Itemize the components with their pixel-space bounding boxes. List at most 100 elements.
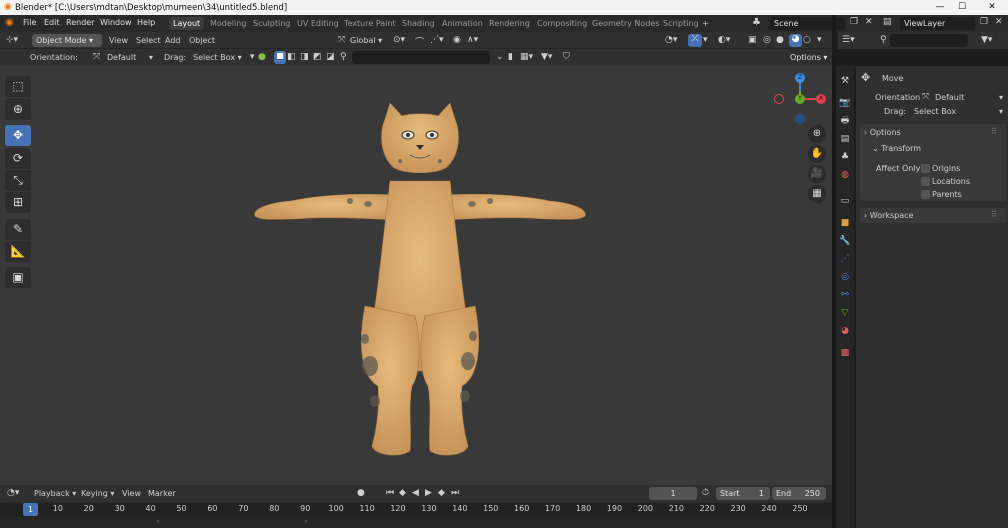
navigation-gizmo[interactable]: Z Y X <box>768 71 830 131</box>
select-box-tool-icon[interactable]: ⬚ <box>5 76 31 97</box>
data-tab-icon[interactable]: ▽ <box>838 306 852 320</box>
timeline-view-menu[interactable]: View <box>122 489 141 498</box>
keying-menu[interactable]: Keying ▾ <box>81 489 114 498</box>
render-tab-icon[interactable]: 📷 <box>838 96 852 110</box>
3d-viewport[interactable]: ⬚ ⊕ ✥ ⟳ ⤡ ⊞ ✎ 📐 ▣ Z Y X ⊕ ✋ 🎥 ▦ <box>0 66 832 485</box>
scene-tab-icon[interactable]: ♣ <box>838 150 852 164</box>
properties-filter-icon[interactable]: ▼▾ <box>981 35 992 45</box>
start-frame-field[interactable]: Start 1 <box>716 487 770 500</box>
transform-tool-icon[interactable]: ⊞ <box>5 192 31 213</box>
select-extend-icon[interactable]: ◧ <box>287 52 296 62</box>
viewlayer-field[interactable]: ViewLayer <box>900 17 975 30</box>
collapse-arrow-icon[interactable]: ▾ <box>250 52 255 62</box>
particles-tab-icon[interactable]: ⋰ <box>838 252 852 266</box>
menu-window[interactable]: Window <box>100 18 132 27</box>
menu-help[interactable]: Help <box>137 18 155 27</box>
object-tab-icon[interactable]: ■ <box>838 216 852 230</box>
tab-shading[interactable]: Shading <box>402 19 435 28</box>
pivot-point-icon[interactable]: ⊙▾ <box>393 35 405 45</box>
select-intersect-icon[interactable]: ◪ <box>326 52 335 62</box>
menu-render[interactable]: Render <box>66 18 94 27</box>
frame-ruler[interactable]: 1 10 20 30 40 50 60 70 80 90 100 110 120 130 140 150 160… <box>0 503 832 517</box>
timeline-editor-type-icon[interactable]: ◔▾ <box>7 488 19 498</box>
marker-menu[interactable]: Marker <box>148 489 176 498</box>
timeline-body[interactable]: ◦ ◦ <box>0 517 832 528</box>
stopwatch-icon[interactable]: ⏱ <box>702 488 709 498</box>
properties-search-field[interactable] <box>890 34 968 47</box>
gizmo-toggle-icon[interactable]: ⤫ <box>688 34 702 47</box>
options-drag-handle-icon[interactable]: ⠿ <box>991 127 997 136</box>
drag-dropdown[interactable]: Select Box ▾ <box>193 53 242 62</box>
jump-end-icon[interactable]: ⏭ <box>451 488 459 498</box>
snap-icon[interactable]: ⌒ <box>415 35 424 48</box>
tab-compositing[interactable]: Compositing <box>537 19 587 28</box>
cursor-tool-icon[interactable]: ⊕ <box>5 99 31 120</box>
tab-texture-paint[interactable]: Texture Paint <box>344 19 396 28</box>
props-drag-dropdown[interactable]: Select Box ▾ <box>914 107 1003 116</box>
texture-tab-icon[interactable]: ▩ <box>838 346 852 360</box>
tab-uv-editing[interactable]: UV Editing <box>297 19 339 28</box>
search-icon[interactable]: ⚲ <box>340 52 347 62</box>
view-layer-tab-icon[interactable]: ▤ <box>838 132 852 146</box>
gizmo-neg-z-axis[interactable] <box>795 114 805 124</box>
options-panel-toggle[interactable]: › Options <box>864 128 901 137</box>
layout-icon[interactable]: ▦▾ <box>520 52 533 62</box>
transform-orientation-dropdown[interactable]: Global ▾ <box>350 36 382 45</box>
xray-icon[interactable]: ▣ <box>748 35 757 45</box>
physics-tab-icon[interactable]: ◎ <box>838 270 852 284</box>
snap-settings-icon[interactable]: ⋰▾ <box>430 35 444 45</box>
tab-layout[interactable]: Layout <box>169 17 205 30</box>
menu-add[interactable]: Add <box>165 36 181 45</box>
constraints-tab-icon[interactable]: ⚯ <box>838 288 852 302</box>
world-tab-icon[interactable]: ◍ <box>838 168 852 182</box>
scale-tool-icon[interactable]: ⤡ <box>5 170 31 191</box>
record-icon[interactable]: ● <box>357 488 365 498</box>
select-set-icon[interactable]: ■ <box>274 51 286 64</box>
gizmo-y-axis[interactable]: Y <box>795 94 805 104</box>
scene-icon[interactable]: ♣ <box>752 17 761 28</box>
end-frame-field[interactable]: End 250 <box>772 487 826 500</box>
measure-tool-icon[interactable]: 📐 <box>5 241 31 262</box>
properties-search-icon[interactable]: ⚲ <box>880 35 887 45</box>
blender-menu-icon[interactable]: ◉ <box>5 17 14 28</box>
gizmo-x-axis[interactable]: X <box>816 94 826 104</box>
material-tab-icon[interactable]: ◕ <box>838 324 852 338</box>
add-workspace-button[interactable]: + <box>702 19 709 28</box>
tab-animation[interactable]: Animation <box>442 19 483 28</box>
workspace-panel-toggle[interactable]: › Workspace <box>864 211 913 220</box>
perspective-grid-icon[interactable]: ▦ <box>808 185 826 203</box>
material-preview-icon[interactable]: ◕ <box>789 34 802 47</box>
overlays-icon[interactable]: ◐▾ <box>718 35 730 45</box>
gizmo-dropdown-icon[interactable]: ▾ <box>703 35 708 45</box>
menu-select[interactable]: Select <box>136 36 161 45</box>
menu-view[interactable]: View <box>109 36 128 45</box>
zoom-icon[interactable]: ⊕ <box>808 125 826 143</box>
filter-icon[interactable]: ▼▾ <box>541 52 552 62</box>
delete-scene-icon[interactable]: ✕ <box>865 17 873 27</box>
delete-viewlayer-icon[interactable]: ✕ <box>995 17 1003 27</box>
parents-checkbox[interactable] <box>921 190 930 199</box>
tool-search-field[interactable] <box>352 51 490 64</box>
visibility-icon[interactable]: ◔▾ <box>665 35 677 45</box>
select-subtract-icon[interactable]: ◨ <box>300 52 309 62</box>
gizmo-z-axis[interactable]: Z <box>795 73 805 83</box>
workspace-drag-handle-icon[interactable]: ⠿ <box>991 210 997 219</box>
annotate-tool-icon[interactable]: ✎ <box>5 219 31 240</box>
pan-hand-icon[interactable]: ✋ <box>808 145 826 163</box>
editor-type-icon[interactable]: ⊹▾ <box>6 35 18 45</box>
tab-geometry-nodes[interactable]: Geometry Nodes <box>592 19 659 28</box>
add-cube-tool-icon[interactable]: ▣ <box>5 267 31 288</box>
wireframe-shading-icon[interactable]: ◎ <box>763 35 771 45</box>
tab-rendering[interactable]: Rendering <box>489 19 530 28</box>
bookmark-icon[interactable]: ▮ <box>508 52 513 62</box>
tab-scripting[interactable]: Scripting <box>663 19 699 28</box>
camera-icon[interactable]: 🎥 <box>808 165 826 183</box>
new-viewlayer-icon[interactable]: ❐ <box>980 17 988 27</box>
character-model[interactable] <box>240 101 600 461</box>
menu-file[interactable]: File <box>23 18 36 27</box>
play-reverse-icon[interactable]: ◀ <box>412 488 419 498</box>
rendered-shading-icon[interactable]: ○ <box>803 35 811 45</box>
orientation-dropdown[interactable]: Default ▾ <box>107 53 153 62</box>
scroll-handle-right-icon[interactable]: ◦ <box>304 518 308 526</box>
scroll-handle-icon[interactable]: ◦ <box>156 518 160 526</box>
